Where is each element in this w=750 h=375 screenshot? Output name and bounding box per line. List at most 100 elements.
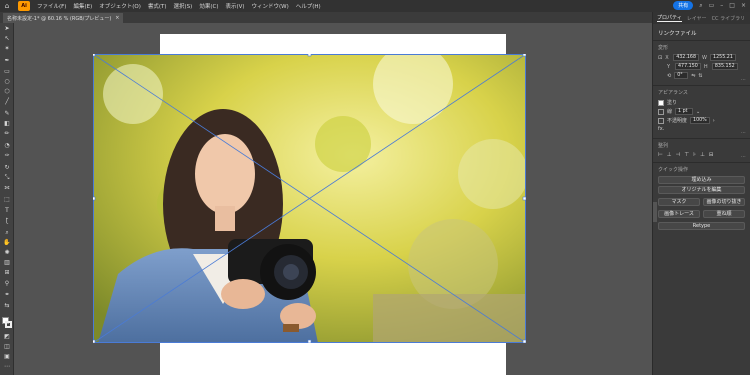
direct-selection-tool-icon[interactable]: ↖ [2, 35, 12, 43]
draw-mode-icon[interactable]: ◫ [2, 343, 12, 351]
align-section: 整列 ⊢ ⊥ ⊣ ⊤ ⊦ ⊥ ⊟ ⋯ [653, 139, 750, 163]
blend-tool-icon[interactable]: ⚭ [2, 291, 12, 299]
search-icon[interactable]: ⌕ [699, 2, 702, 10]
edit-toolbar-icon[interactable]: ⋯ [2, 363, 12, 371]
retype-button[interactable]: Retype [658, 222, 745, 230]
menu-window[interactable]: ウィンドウ(W) [252, 2, 289, 10]
align-left-icon[interactable]: ⊢ [658, 152, 663, 158]
scale-tool-icon[interactable]: ⤡ [2, 174, 12, 182]
rotation-input[interactable]: 0° [674, 72, 689, 79]
swap-colors-icon[interactable]: ⇆ [2, 302, 12, 310]
align-hcenter-icon[interactable]: ⊥ [667, 152, 672, 158]
menu-edit[interactable]: 編集(E) [73, 2, 92, 10]
transform-section: 変形 ⊡ X 432.168 W 1255.21 Y 477.150 H 835… [653, 41, 750, 86]
polygon-tool-icon[interactable]: ⬡ [2, 88, 12, 96]
more-options-icon[interactable]: ⋯ [741, 154, 746, 160]
h-input[interactable]: 835.152 [711, 63, 738, 70]
reference-point-icon[interactable]: ⊡ [658, 55, 662, 61]
opacity-swatch[interactable] [658, 117, 664, 124]
x-input[interactable]: 432.168 [673, 54, 700, 61]
fill-label: 塗り [667, 100, 678, 106]
opacity-input[interactable]: 100% [690, 117, 710, 124]
y-input[interactable]: 477.150 [675, 63, 701, 70]
eyedropper-tool-icon[interactable]: ⚲ [2, 280, 12, 288]
mask-button[interactable]: マスク [658, 198, 700, 206]
color-mode-icon[interactable]: ◩ [2, 333, 12, 341]
zoom-tool-icon[interactable]: ⌕ [2, 229, 12, 237]
chevron-down-icon[interactable]: ⌄ [696, 109, 700, 115]
hand-tool-icon[interactable]: ✋ [2, 239, 12, 247]
magic-wand-tool-icon[interactable]: ✶ [2, 45, 12, 53]
more-options-icon[interactable]: ⋯ [741, 77, 746, 83]
maximize-icon[interactable]: □ [729, 2, 735, 9]
menu-object[interactable]: オブジェクト(O) [99, 2, 141, 10]
align-right-icon[interactable]: ⊣ [676, 152, 681, 158]
rectangle-tool-icon[interactable]: ▭ [2, 68, 12, 76]
menu-file[interactable]: ファイル(F) [37, 2, 66, 10]
blob-brush-tool-icon[interactable]: ✑ [2, 152, 12, 160]
edit-original-button[interactable]: オリジナルを編集 [658, 186, 745, 194]
canvas-area[interactable] [15, 23, 652, 375]
align-vcenter-icon[interactable]: ⊦ [693, 152, 696, 158]
rotate-tool-icon[interactable]: ↻ [2, 164, 12, 172]
home-icon[interactable]: ⌂ [0, 2, 14, 10]
stroke-color-swatch[interactable] [658, 108, 664, 115]
stroke-weight-input[interactable]: 1 pt [675, 108, 694, 115]
menu-bar: ⌂ Ai ファイル(F) 編集(E) オブジェクト(O) 書式(T) 選択(S)… [0, 0, 750, 12]
placed-photo[interactable] [93, 54, 526, 343]
tab-cc-libraries[interactable]: CC ライブラリ [712, 15, 746, 22]
menu-view[interactable]: 表示(V) [225, 2, 244, 10]
pencil-tool-icon[interactable]: ✏ [2, 130, 12, 138]
h-label: H [703, 63, 708, 70]
close-icon[interactable]: × [741, 2, 746, 9]
embed-button[interactable]: 埋め込み [658, 176, 745, 184]
artboard-tool-icon[interactable]: ⊞ [2, 269, 12, 277]
free-transform-tool-icon[interactable]: ⬚ [2, 196, 12, 204]
document-tab[interactable]: 名称未設定-1* @ 60.16 % (RGB/プレビュー) × [3, 13, 124, 23]
close-tab-icon[interactable]: × [115, 15, 119, 21]
panel-tabs: プロパティ レイヤー CC ライブラリ [653, 12, 750, 24]
arrange-button[interactable]: 重ね順 [703, 210, 745, 218]
menu-effect[interactable]: 効果(C) [199, 2, 218, 10]
quick-actions-heading: クイック操作 [658, 167, 689, 173]
line-tool-icon[interactable]: ╱ [2, 98, 12, 106]
menubar-right: 共有 ⌕ ▭ – □ × [673, 1, 746, 10]
image-trace-button[interactable]: 画像トレース [658, 210, 700, 218]
tab-properties[interactable]: プロパティ [657, 14, 682, 22]
type-tool-icon[interactable]: T [2, 207, 12, 215]
graph-tool-icon[interactable]: ▥ [2, 259, 12, 267]
tools-panel: ➤ ↖ ✶ ✒ ▭ ○ ⬡ ╱ ✎ ◧ ✏ ◔ ✑ ↻ ⤡ ⟗ ⬚ T ʈ ⌕ … [0, 23, 14, 375]
width-tool-icon[interactable]: ⟗ [2, 184, 12, 192]
pen-tool-icon[interactable]: ✒ [2, 57, 12, 65]
fill-color-swatch[interactable] [658, 99, 664, 106]
flip-horizontal-icon[interactable]: ⇋ [691, 73, 695, 79]
eraser-tool-icon[interactable]: ◧ [2, 120, 12, 128]
fx-button[interactable]: fx. [658, 126, 664, 132]
align-to-icon[interactable]: ⊟ [709, 152, 714, 158]
opacity-label: 不透明度 [667, 118, 688, 124]
touch-type-tool-icon[interactable]: ʈ [2, 217, 12, 225]
screen-mode-icon[interactable]: ▣ [2, 353, 12, 361]
appearance-section: アピアランス 塗り 線 1 pt ⌄ 不透明度 100% › fx. ⋯ [653, 86, 750, 139]
crop-image-button[interactable]: 画像の切り抜き [703, 198, 745, 206]
minimize-icon[interactable]: – [720, 2, 723, 9]
flip-vertical-icon[interactable]: ⇅ [698, 73, 702, 79]
panel-scrollbar[interactable] [653, 202, 657, 222]
ellipse-tool-icon[interactable]: ○ [2, 78, 12, 86]
menu-select[interactable]: 選択(S) [174, 2, 193, 10]
stroke-swatch[interactable] [5, 321, 12, 328]
symbol-sprayer-tool-icon[interactable]: ✺ [2, 249, 12, 257]
align-top-icon[interactable]: ⊤ [684, 152, 689, 158]
paintbrush-tool-icon[interactable]: ✎ [2, 110, 12, 118]
selection-tool-icon[interactable]: ➤ [2, 25, 12, 33]
shape-builder-tool-icon[interactable]: ◔ [2, 142, 12, 150]
chevron-right-icon[interactable]: › [713, 118, 715, 124]
menu-help[interactable]: ヘルプ(H) [296, 2, 321, 10]
menu-type[interactable]: 書式(T) [148, 2, 167, 10]
tab-layers[interactable]: レイヤー [687, 15, 707, 22]
align-bottom-icon[interactable]: ⊥ [700, 152, 705, 158]
more-options-icon[interactable]: ⋯ [741, 130, 746, 136]
share-button[interactable]: 共有 [673, 1, 694, 10]
w-input[interactable]: 1255.21 [710, 54, 736, 61]
workspace-icon[interactable]: ▭ [709, 2, 715, 9]
